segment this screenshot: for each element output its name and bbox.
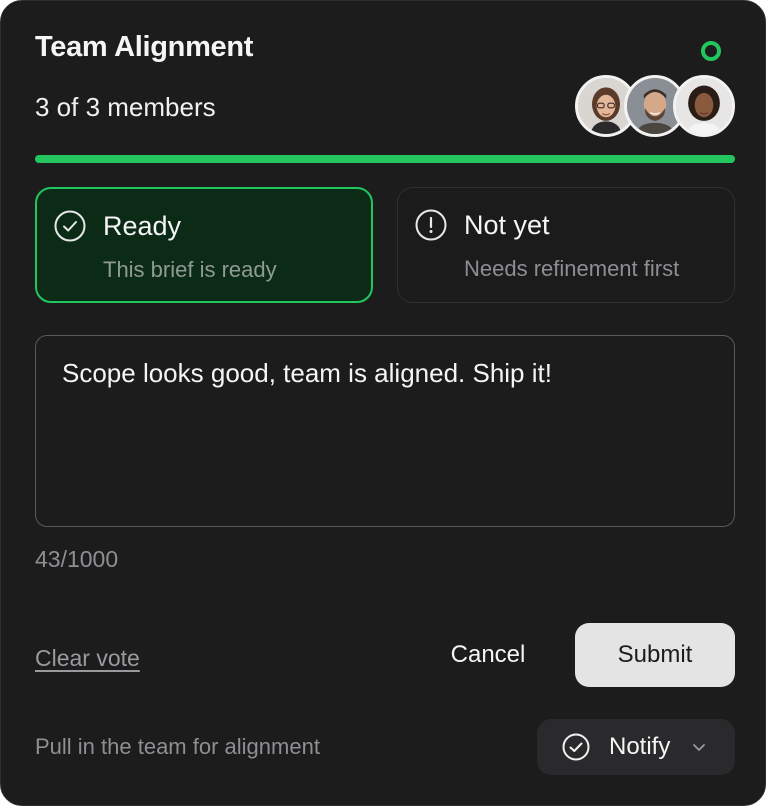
vote-option-ready-subtitle: This brief is ready (103, 257, 277, 282)
vote-option-not-yet-title: Not yet (464, 210, 550, 240)
cancel-button[interactable]: Cancel (433, 623, 543, 687)
avatar-group[interactable] (575, 75, 737, 139)
chevron-down-icon (691, 739, 707, 755)
vote-option-ready-title: Ready (103, 211, 182, 241)
clear-vote-link[interactable]: Clear vote (35, 645, 140, 672)
comment-textarea[interactable] (35, 335, 735, 527)
avatar-woman-curly-hair[interactable] (673, 75, 735, 137)
footer-hint: Pull in the team for alignment (35, 734, 320, 759)
check-circle-icon (53, 209, 87, 243)
exclamation-circle-icon (414, 208, 448, 242)
members-count: 3 of 3 members (35, 92, 216, 122)
submit-button[interactable]: Submit (575, 623, 735, 687)
character-counter: 43/1000 (35, 546, 119, 572)
check-circle-icon (561, 732, 591, 762)
vote-option-not-yet[interactable]: Not yet Needs refinement first (397, 187, 735, 303)
status-ring-icon (701, 41, 721, 61)
team-alignment-card: Team Alignment 3 of 3 members Ready This… (0, 0, 766, 806)
notify-dropdown-button[interactable]: Notify (537, 719, 735, 775)
card-title: Team Alignment (35, 31, 254, 63)
notify-label: Notify (609, 733, 671, 760)
alignment-progress-bar (35, 155, 735, 163)
alignment-progress-fill (35, 155, 735, 163)
vote-option-not-yet-subtitle: Needs refinement first (464, 256, 680, 281)
vote-option-ready[interactable]: Ready This brief is ready (35, 187, 373, 303)
